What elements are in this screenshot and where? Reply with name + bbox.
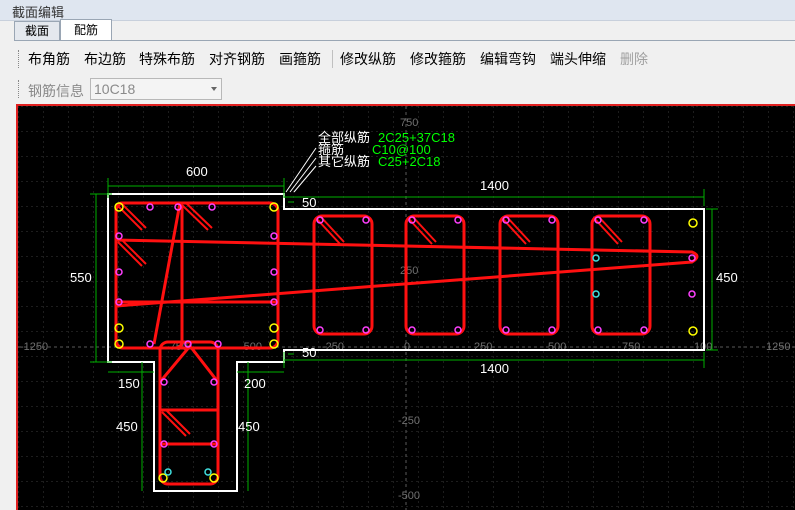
end-extend-button[interactable]: 端头伸缩 <box>550 49 606 69</box>
tab-rebar[interactable]: 配筋 <box>60 19 112 41</box>
window-title: 截面编辑 <box>12 5 65 20</box>
place-side-rebar-button[interactable]: 布边筋 <box>84 49 126 69</box>
modify-longitudinal-button[interactable]: 修改纵筋 <box>340 49 396 69</box>
drawing-canvas[interactable]: 750 250 -250 -500 -1250 -750 -500 -250 0… <box>16 104 795 510</box>
tab-underline <box>14 40 795 41</box>
axis-label-y750: 750 <box>400 117 418 129</box>
axis-label-x750: 750 <box>622 341 640 353</box>
axis-label-x250: 250 <box>474 341 492 353</box>
axis-label-x1250: 1250 <box>766 341 790 353</box>
dim-left-height: 550 <box>70 270 92 285</box>
axis-label-yneg250: -250 <box>398 415 420 427</box>
rebar-info-label: 钢筋信息 <box>28 83 84 99</box>
edit-hook-button[interactable]: 编辑弯钩 <box>480 49 536 69</box>
dim-web-right-offset: 200 <box>244 376 266 391</box>
axis-label-x500: 500 <box>548 341 566 353</box>
dim-top-left-width: 600 <box>186 164 208 179</box>
rebar-toolbar: 布角筋 布边筋 特殊布筋 对齐钢筋 画箍筋 修改纵筋 修改箍筋 编辑弯钩 端头伸… <box>14 46 795 72</box>
infobar-grip[interactable] <box>18 80 21 98</box>
special-rebar-button[interactable]: 特殊布筋 <box>139 49 195 69</box>
axis-label-xneg250: -250 <box>322 341 344 353</box>
window-titlebar: 截面编辑 <box>0 0 795 21</box>
dim-notch-top: 50 <box>302 195 316 210</box>
dim-web-right-height: 450 <box>238 419 260 434</box>
rebar-info-combobox[interactable]: 10C18 <box>90 78 222 100</box>
place-corner-rebar-button[interactable]: 布角筋 <box>28 49 70 69</box>
annotation-other-long-value[interactable]: C25+2C18 <box>378 154 441 169</box>
annotation-other-long-label: 其它纵筋 <box>318 154 370 169</box>
delete-button[interactable]: 删除 <box>620 49 648 69</box>
dim-notch-bottom: 50 <box>302 345 316 360</box>
tab-section[interactable]: 截面 <box>14 21 60 41</box>
dim-web-left-offset: 150 <box>118 376 140 391</box>
rebar-info-value: 10C18 <box>94 81 136 97</box>
dim-bottom-right-width: 1400 <box>480 361 509 376</box>
align-rebar-button[interactable]: 对齐钢筋 <box>209 49 265 69</box>
chevron-down-icon[interactable] <box>211 87 217 91</box>
axis-label-x0: 0 <box>404 341 410 353</box>
axis-label-yneg500: -500 <box>398 490 420 502</box>
dim-top-right-width: 1400 <box>480 178 509 193</box>
rebar-info-bar: 钢筋信息 10C18 <box>14 76 795 102</box>
toolbar-grip[interactable] <box>18 50 21 68</box>
axis-label-xneg1250: -1250 <box>20 341 48 353</box>
dim-web-left-height: 450 <box>116 419 138 434</box>
section-drawing[interactable]: 750 250 -250 -500 -1250 -750 -500 -250 0… <box>18 106 795 510</box>
toolbar-separator <box>332 50 333 68</box>
modify-stirrup-button[interactable]: 修改箍筋 <box>410 49 466 69</box>
dim-right-height: 450 <box>716 270 738 285</box>
draw-stirrup-button[interactable]: 画箍筋 <box>279 49 321 69</box>
axis-label-y250: 250 <box>400 265 418 277</box>
